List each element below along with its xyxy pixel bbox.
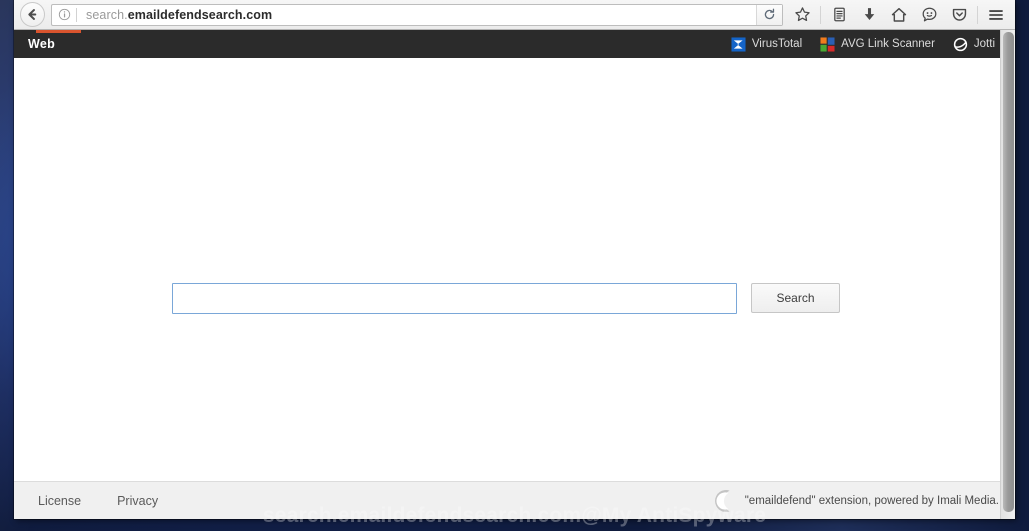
search-input[interactable]	[172, 283, 737, 314]
reload-button[interactable]	[756, 4, 782, 25]
scan-link-label: VirusTotal	[751, 38, 803, 50]
avg-icon	[820, 36, 835, 52]
virustotal-icon	[731, 36, 746, 52]
scan-links: VirusTotal AVG Link Scanner Jotti	[731, 36, 1015, 52]
site-header: Web VirusTotal AVG Link Scanner Jotti	[14, 30, 1015, 58]
scan-link-label: Jotti	[973, 38, 995, 50]
url-prefix: search.	[86, 7, 128, 22]
footer-link-license[interactable]: License	[38, 494, 81, 508]
jotti-icon	[953, 37, 968, 51]
crescent-moon-icon	[714, 489, 730, 512]
browser-window: search.emaildefendsearch.com Web VirusTo…	[14, 0, 1015, 519]
back-button[interactable]	[20, 2, 45, 27]
toolbar-divider	[820, 5, 821, 24]
info-circle-icon[interactable]	[52, 5, 76, 25]
hello-smiley-icon[interactable]	[914, 2, 944, 28]
footer-credit-text: "emaildefend" extension, powered by Imal…	[744, 494, 999, 507]
page-scrollbar[interactable]	[1000, 30, 1015, 519]
footer-branding: "emaildefend" extension, powered by Imal…	[710, 488, 1015, 514]
active-tab-accent-bar	[36, 30, 81, 33]
bookmark-star-icon[interactable]	[787, 2, 817, 28]
pocket-icon[interactable]	[944, 2, 974, 28]
back-arrow-icon	[28, 9, 37, 20]
browser-toolbar: search.emaildefendsearch.com	[14, 0, 1015, 30]
page-footer: License Privacy "emaildefend" extension,…	[14, 481, 1015, 519]
home-icon[interactable]	[884, 2, 914, 28]
url-text[interactable]: search.emaildefendsearch.com	[77, 8, 272, 22]
toolbar-divider-2	[977, 5, 978, 24]
url-domain: emaildefendsearch.com	[127, 7, 273, 22]
downloads-icon[interactable]	[854, 2, 884, 28]
page-scrollbar-thumb[interactable]	[1003, 32, 1014, 512]
search-form: Search	[172, 283, 840, 314]
browser-toolbar-icons	[787, 2, 1011, 28]
reading-list-icon[interactable]	[824, 2, 854, 28]
url-bar[interactable]: search.emaildefendsearch.com	[51, 3, 783, 26]
scan-link-jotti[interactable]: Jotti	[953, 37, 995, 52]
search-button[interactable]: Search	[751, 283, 840, 313]
scan-link-avg[interactable]: AVG Link Scanner	[820, 36, 935, 52]
reload-icon	[764, 8, 775, 20]
page-content: Search	[14, 58, 1015, 481]
scan-link-virustotal[interactable]: VirusTotal	[731, 36, 803, 52]
tab-web[interactable]: Web	[28, 37, 55, 51]
footer-link-privacy[interactable]: Privacy	[117, 494, 158, 508]
desktop-background: search.emaildefendsearch.com Web VirusTo…	[0, 0, 1029, 531]
scan-link-label: AVG Link Scanner	[841, 38, 935, 50]
menu-icon[interactable]	[981, 2, 1011, 28]
